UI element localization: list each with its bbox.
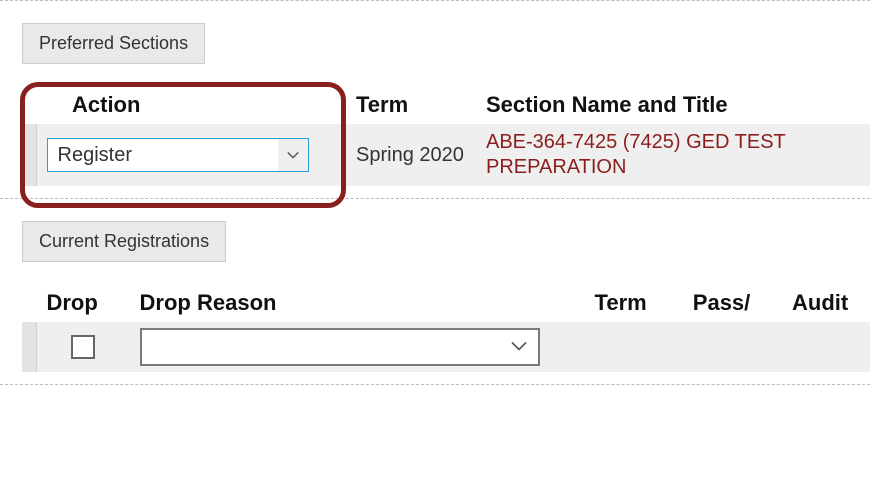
- divider: [0, 0, 870, 1]
- divider: [0, 384, 870, 385]
- preferred-row: Register Spring 2020 ABE-364-7425 (7425)…: [22, 124, 870, 186]
- header-audit: Audit: [782, 284, 870, 322]
- current-registrations-table-wrap: Drop Drop Reason Term Pass/ Audit: [22, 284, 870, 372]
- chevron-down-icon: [510, 336, 528, 359]
- row-stub: [22, 124, 36, 186]
- header-term: Term: [585, 284, 683, 322]
- preferred-sections-table: Action Term Section Name and Title Regis…: [22, 86, 870, 186]
- preferred-sections-table-wrap: Action Term Section Name and Title Regis…: [22, 86, 870, 186]
- current-registrations-label: Current Registrations: [39, 231, 209, 251]
- current-registrations-table: Drop Drop Reason Term Pass/ Audit: [22, 284, 870, 372]
- row-stub: [22, 322, 36, 372]
- header-pass: Pass/: [683, 284, 782, 322]
- current-row: [22, 322, 870, 372]
- term-cell: Spring 2020: [346, 124, 476, 186]
- drop-checkbox[interactable]: [71, 335, 95, 359]
- header-term: Term: [346, 86, 476, 124]
- current-header-row: Drop Drop Reason Term Pass/ Audit: [22, 284, 870, 322]
- term-cell: [585, 322, 683, 372]
- header-action: Action: [36, 86, 346, 124]
- current-registrations-button[interactable]: Current Registrations: [22, 221, 226, 262]
- header-section: Section Name and Title: [476, 86, 870, 124]
- preferred-sections-label: Preferred Sections: [39, 33, 188, 53]
- audit-cell: [782, 322, 870, 372]
- header-stub: [22, 86, 36, 124]
- section-cell: ABE-364-7425 (7425) GED TEST PREPARATION: [476, 124, 870, 186]
- preferred-header-row: Action Term Section Name and Title: [22, 86, 870, 124]
- drop-reason-select[interactable]: [140, 328, 540, 366]
- drop-cell: [36, 322, 129, 372]
- action-cell: Register: [36, 124, 346, 186]
- divider: [0, 198, 870, 199]
- action-select[interactable]: Register: [47, 138, 309, 172]
- section-link[interactable]: ABE-364-7425 (7425) GED TEST PREPARATION: [486, 131, 785, 178]
- preferred-sections-button[interactable]: Preferred Sections: [22, 23, 205, 64]
- header-drop-reason: Drop Reason: [130, 284, 585, 322]
- chevron-down-icon: [278, 139, 308, 171]
- header-drop: Drop: [36, 284, 129, 322]
- action-select-value: Register: [58, 144, 132, 167]
- header-stub: [22, 284, 36, 322]
- drop-reason-cell: [130, 322, 585, 372]
- pass-cell: [683, 322, 782, 372]
